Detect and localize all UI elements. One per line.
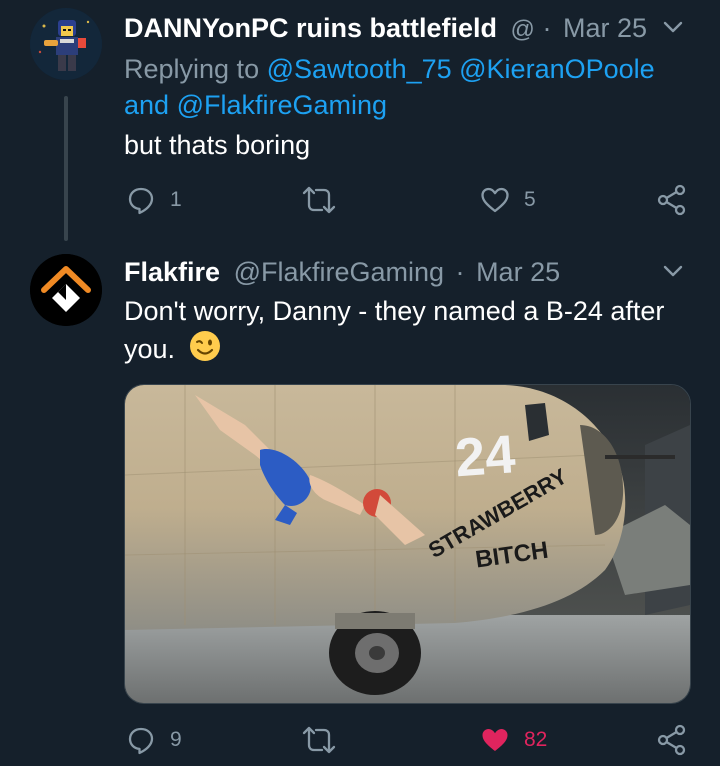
like-count: 5 [524,188,536,211]
reply-button[interactable]: 9 [126,720,182,760]
handle[interactable]: @FlakfireGaming [234,257,444,287]
display-name[interactable]: DANNYonPC ruins battlefield [124,13,497,43]
reply-icon [128,187,154,215]
timestamp[interactable]: Mar 25 [563,13,647,43]
reply-count: 1 [170,188,182,211]
flakfire-logo-icon [30,254,102,326]
tweet-text: Don't worry, Danny - they named a B-24 a… [124,292,694,372]
replying-to-label: Replying to [124,54,260,84]
tweet-text-line1: Don't worry, Danny - they named a B-24 a… [124,296,665,326]
separator-dot: · [542,13,552,43]
more-options-chevron-icon[interactable] [660,14,686,40]
share-button[interactable] [656,180,688,220]
display-name[interactable]: Flakfire [124,257,220,287]
tweet-danny[interactable]: DANNYonPC ruins battlefield @ · Mar 25 R… [0,0,720,250]
nose-number-text: 24 [453,424,517,488]
handle[interactable]: @ [511,16,535,43]
like-button-active[interactable]: 82 [480,720,547,760]
retweet-button[interactable] [302,180,336,220]
share-icon [657,184,686,216]
tweet-text: but thats boring [124,130,311,160]
mention-flakfire[interactable]: @FlakfireGaming [177,90,387,120]
replying-to: Replying to @Sawtooth_75 @KieranOPoole a… [124,51,684,123]
mention-links-line1[interactable]: @Sawtooth_75 @KieranOPoole [267,54,655,84]
like-button[interactable]: 5 [480,180,536,220]
heart-icon [481,187,509,213]
like-count: 82 [524,728,548,751]
tweet-actions: 9 82 [0,720,720,760]
share-button[interactable] [656,720,688,760]
heart-filled-icon [482,729,508,751]
tweet-text-line2: you. [124,334,176,365]
reply-icon [128,727,154,755]
retweet-button[interactable] [302,720,336,760]
tweet-header: DANNYonPC ruins battlefield @ · Mar 25 [124,12,647,46]
winking-face-emoji-icon [189,330,221,372]
reply-count: 9 [170,728,182,751]
tweet-actions: 1 5 [0,180,720,220]
b24-bomber-photo: 24 STRAWBERRY BITCH [125,385,690,703]
tweet-header: Flakfire @FlakfireGaming · Mar 25 [124,256,560,288]
avatar-danny[interactable] [30,8,102,80]
retweet-icon [302,186,336,214]
avatar-flakfire[interactable] [30,254,102,326]
tweet-image-b24-nose-art[interactable]: 24 STRAWBERRY BITCH [124,384,691,704]
timestamp[interactable]: Mar 25 [476,257,560,287]
separator-dot: · [455,257,465,287]
lego-figure-icon [30,8,102,80]
more-options-chevron-icon[interactable] [660,258,686,284]
retweet-icon [302,726,336,754]
reply-button[interactable]: 1 [126,180,182,220]
mention-and: and [124,90,170,120]
share-icon [657,724,686,756]
